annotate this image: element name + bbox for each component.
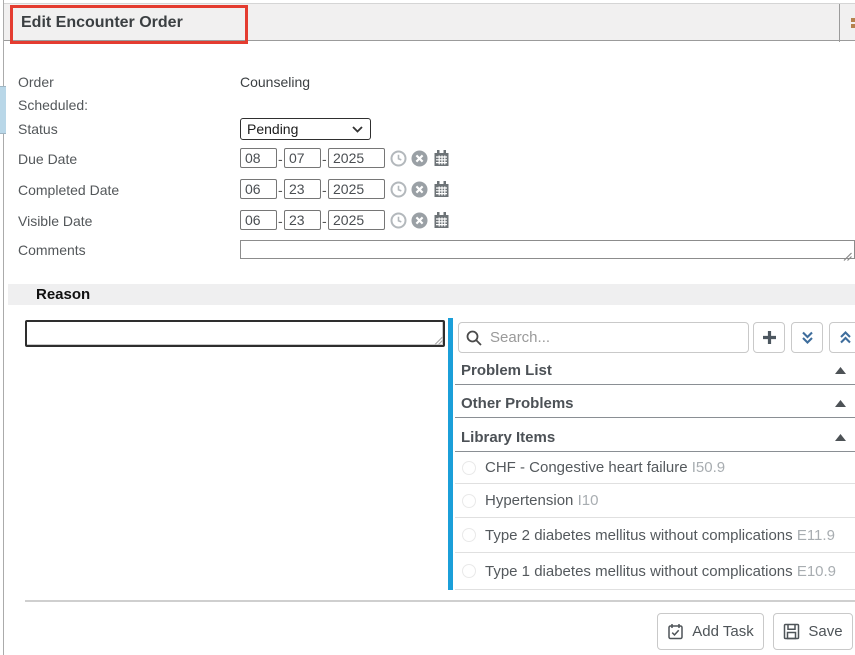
visible-date-now-button[interactable] (390, 212, 407, 229)
item-name: CHF - Congestive heart failure (485, 459, 688, 476)
triangle-up-icon (835, 367, 846, 374)
left-scrollbar-thumb[interactable] (0, 86, 6, 134)
save-label: Save (808, 623, 842, 640)
triangle-up-icon (835, 400, 846, 407)
visible-date-label: Visible Date (18, 213, 92, 229)
clock-icon (390, 150, 407, 167)
comments-label: Comments (18, 242, 86, 258)
visible-date-clear-button[interactable] (411, 212, 428, 229)
status-selected-value: Pending (247, 121, 298, 137)
due-date-now-button[interactable] (390, 150, 407, 167)
collapse-all-button[interactable] (829, 322, 855, 353)
item-radio[interactable] (462, 461, 476, 475)
accordion-library-items[interactable]: Library Items (455, 423, 855, 452)
clear-circle-icon (411, 181, 428, 198)
save-button[interactable]: Save (773, 613, 853, 650)
accordion-label: Problem List (461, 362, 552, 379)
completed-date-clear-button[interactable] (411, 181, 428, 198)
reason-panel-accent-bar (448, 318, 453, 590)
item-radio[interactable] (462, 564, 476, 578)
due-date-calendar-button[interactable] (433, 150, 450, 167)
calendar-icon (433, 181, 450, 198)
date-separator: - (278, 151, 283, 167)
completed-date-calendar-button[interactable] (433, 181, 450, 198)
visible-date-calendar-button[interactable] (433, 212, 450, 229)
clear-circle-icon (411, 150, 428, 167)
reason-section-title: Reason (36, 284, 90, 305)
item-code: I10 (578, 492, 599, 509)
window-control-partial-icon[interactable] (851, 18, 855, 30)
save-floppy-icon (783, 623, 800, 640)
status-label: Status (18, 121, 58, 137)
comments-input[interactable] (240, 240, 855, 259)
due-date-month-input[interactable] (240, 148, 277, 168)
visible-date-month-input[interactable] (240, 210, 277, 230)
dialog-title: Edit Encounter Order (21, 4, 183, 42)
expand-all-button[interactable] (791, 322, 823, 353)
item-radio[interactable] (462, 528, 476, 542)
item-name: Type 1 diabetes mellitus without complic… (485, 563, 793, 580)
due-date-label: Due Date (18, 151, 77, 167)
reason-section-header: Reason (8, 284, 855, 305)
calendar-icon (433, 212, 450, 229)
plus-icon (761, 329, 778, 346)
due-date-year-input[interactable] (328, 148, 385, 168)
date-separator: - (278, 182, 283, 198)
item-radio[interactable] (462, 494, 476, 508)
completed-date-year-input[interactable] (328, 179, 385, 199)
item-code: I50.9 (692, 459, 725, 476)
due-date-clear-button[interactable] (411, 150, 428, 167)
accordion-label: Other Problems (461, 395, 574, 412)
item-code: E10.9 (797, 563, 836, 580)
calendar-icon (433, 150, 450, 167)
visible-date-year-input[interactable] (328, 210, 385, 230)
double-chevron-up-icon (837, 329, 854, 346)
triangle-up-icon (835, 434, 846, 441)
add-reason-button[interactable] (753, 322, 785, 353)
date-separator: - (278, 213, 283, 229)
accordion-problem-list[interactable]: Problem List (455, 357, 855, 385)
visible-date-day-input[interactable] (284, 210, 321, 230)
chevron-down-icon (352, 126, 363, 133)
due-date-day-input[interactable] (284, 148, 321, 168)
accordion-other-problems[interactable]: Other Problems (455, 389, 855, 418)
library-item[interactable]: Hypertension I10 (455, 484, 855, 518)
library-item[interactable]: CHF - Congestive heart failure I50.9 (455, 452, 855, 484)
reason-input[interactable] (25, 320, 445, 347)
completed-date-month-input[interactable] (240, 179, 277, 199)
double-chevron-down-icon (799, 329, 816, 346)
date-separator: - (322, 151, 327, 167)
item-name: Hypertension (485, 492, 573, 509)
item-name: Type 2 diabetes mellitus without complic… (485, 527, 793, 544)
clock-icon (390, 181, 407, 198)
footer-divider (25, 600, 855, 602)
clear-circle-icon (411, 212, 428, 229)
completed-date-now-button[interactable] (390, 181, 407, 198)
order-scheduled-label: Order Scheduled: (18, 71, 113, 117)
dialog-header: Edit Encounter Order (4, 3, 855, 41)
add-task-calendar-icon (667, 623, 684, 640)
date-separator: - (322, 213, 327, 229)
add-task-button[interactable]: Add Task (657, 613, 764, 650)
search-input[interactable] (458, 322, 749, 353)
status-select[interactable]: Pending (240, 118, 371, 140)
date-separator: - (322, 182, 327, 198)
order-scheduled-value: Counseling (240, 74, 310, 90)
clock-icon (390, 212, 407, 229)
accordion-label: Library Items (461, 429, 555, 446)
item-code: E11.9 (797, 527, 835, 544)
edit-encounter-order-dialog: Edit Encounter Order Order Scheduled: Co… (0, 0, 855, 655)
header-divider (839, 4, 840, 42)
completed-date-day-input[interactable] (284, 179, 321, 199)
library-item[interactable]: Type 1 diabetes mellitus without complic… (455, 553, 855, 590)
add-task-label: Add Task (692, 623, 753, 640)
completed-date-label: Completed Date (18, 182, 119, 198)
library-item[interactable]: Type 2 diabetes mellitus without complic… (455, 518, 855, 553)
